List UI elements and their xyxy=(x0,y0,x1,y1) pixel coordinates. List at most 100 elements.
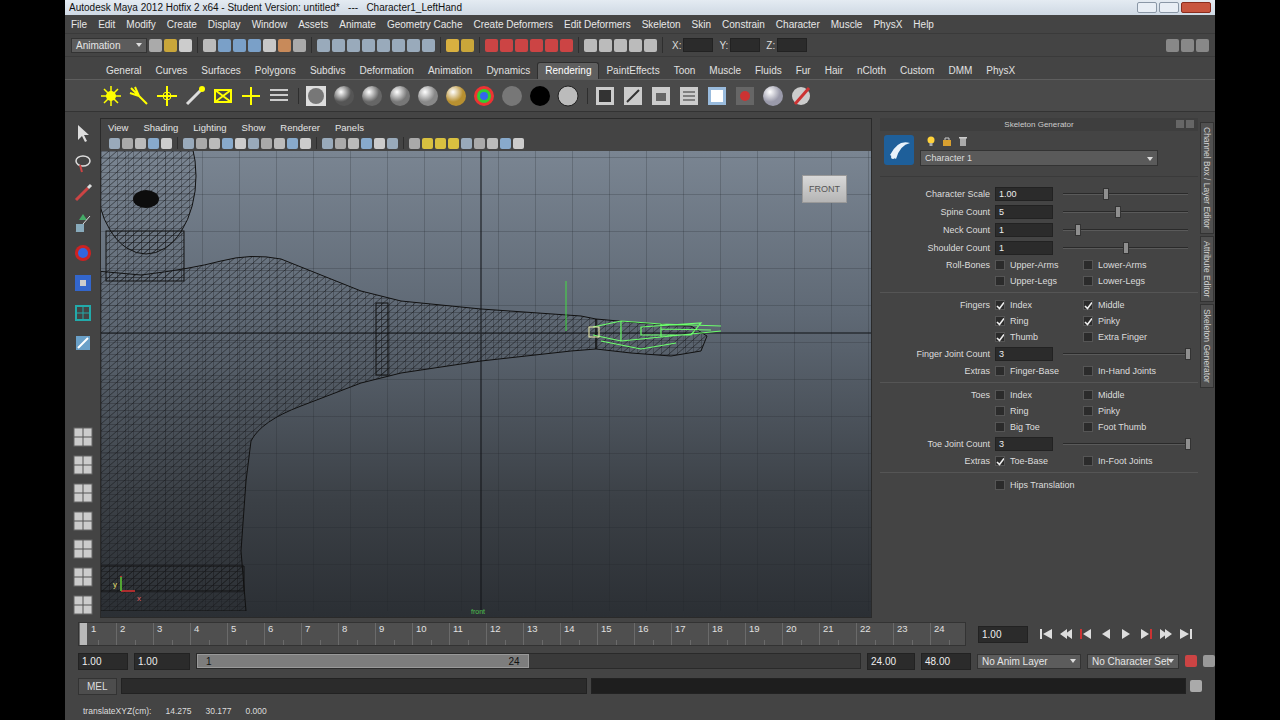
character-dropdown[interactable]: Character 1 xyxy=(920,150,1158,166)
paint-select-icon[interactable] xyxy=(70,182,96,208)
checkbox[interactable]: Hips Translation xyxy=(995,480,1083,490)
checkbox[interactable]: Finger-Base xyxy=(995,366,1083,376)
frame-tick[interactable]: 8 xyxy=(338,623,375,645)
shelf-tab[interactable]: Polygons xyxy=(248,63,303,79)
panel-tool-icon[interactable] xyxy=(387,138,398,149)
panel-tool-icon[interactable] xyxy=(322,138,333,149)
shelf-tab[interactable]: Surfaces xyxy=(194,63,247,79)
panel-tool-icon[interactable] xyxy=(487,138,498,149)
status-tool-icon[interactable] xyxy=(362,39,375,52)
panel-tool-icon[interactable] xyxy=(513,138,524,149)
status-tool-icon[interactable] xyxy=(599,39,612,52)
menu-item[interactable]: Edit Deformers xyxy=(564,19,631,30)
checkbox[interactable]: Index xyxy=(995,390,1083,400)
shelf-tool-icon[interactable] xyxy=(444,83,470,109)
coord-input[interactable] xyxy=(730,38,760,52)
character-key-icon[interactable] xyxy=(1185,655,1197,667)
scale-icon[interactable] xyxy=(70,272,96,298)
value-field[interactable]: 5 xyxy=(995,205,1053,219)
status-tool-icon[interactable] xyxy=(614,39,627,52)
status-tool-icon[interactable] xyxy=(233,39,246,52)
menu-item[interactable]: Constrain xyxy=(722,19,765,30)
slider-handle[interactable] xyxy=(1185,348,1191,360)
play-forwards-icon[interactable] xyxy=(1116,626,1136,642)
select-icon[interactable] xyxy=(70,122,96,148)
time-track[interactable]: 123456789101112131415161718192021222324 xyxy=(78,622,966,646)
checkbox[interactable]: Foot Thumb xyxy=(1083,422,1198,432)
menu-item[interactable]: Assets xyxy=(298,19,328,30)
minimize-button[interactable] xyxy=(1137,2,1157,13)
shelf-tool-icon[interactable] xyxy=(705,83,731,109)
shelf-tool-icon[interactable] xyxy=(761,83,787,109)
panel-tool-icon[interactable] xyxy=(196,138,207,149)
slider-handle[interactable] xyxy=(1103,188,1109,200)
frame-tick[interactable]: 7 xyxy=(301,623,338,645)
step-back-icon[interactable] xyxy=(1056,626,1076,642)
status-tool-icon[interactable] xyxy=(392,39,405,52)
frame-tick[interactable]: 9 xyxy=(375,623,412,645)
checkbox[interactable]: Ring xyxy=(995,406,1083,416)
panel-tool-icon[interactable] xyxy=(374,138,385,149)
checkbox-box[interactable] xyxy=(995,300,1005,310)
checkbox-box[interactable] xyxy=(1083,276,1093,286)
panel-menu-item[interactable]: Lighting xyxy=(193,122,226,133)
checkbox-box[interactable] xyxy=(1083,316,1093,326)
menu-set-dropdown[interactable]: Animation xyxy=(71,38,147,53)
outliner-pane-icon[interactable] xyxy=(70,538,96,562)
shelf-tool-icon[interactable] xyxy=(267,83,293,109)
menu-item[interactable]: Display xyxy=(208,19,241,30)
status-tool-icon[interactable] xyxy=(422,39,435,52)
range-track[interactable]: 124 xyxy=(196,653,861,669)
panel-tool-icon[interactable] xyxy=(209,138,220,149)
viewport-canvas[interactable]: FRONTfrontyx xyxy=(101,151,871,617)
panel-tool-icon[interactable] xyxy=(122,138,133,149)
frame-tick[interactable]: 13 xyxy=(523,623,560,645)
slider-track[interactable] xyxy=(1063,353,1188,355)
anim-layer-dropdown[interactable]: No Anim Layer xyxy=(977,654,1081,669)
panel-tool-icon[interactable] xyxy=(235,138,246,149)
panel-menu-item[interactable]: Show xyxy=(242,122,266,133)
shelf-tab[interactable]: Custom xyxy=(893,63,941,79)
checkbox[interactable]: Pinky xyxy=(1083,406,1198,416)
pane-split-icon[interactable] xyxy=(70,482,96,506)
character-set-dropdown[interactable]: No Character Set xyxy=(1087,654,1179,669)
step-forward-key-icon[interactable] xyxy=(1136,626,1156,642)
shelf-tool-icon[interactable] xyxy=(789,83,815,109)
frame-tick[interactable]: 10 xyxy=(412,623,449,645)
shelf-tab[interactable]: Curves xyxy=(149,63,195,79)
shelf-tool-icon[interactable] xyxy=(472,83,498,109)
shelf-tool-icon[interactable] xyxy=(239,83,265,109)
shelf-tool-icon[interactable] xyxy=(528,83,554,109)
view-cube[interactable]: FRONT xyxy=(802,175,847,203)
trash-icon[interactable] xyxy=(958,136,968,146)
shelf-tab[interactable]: PaintEffects xyxy=(599,63,666,79)
frame-tick[interactable]: 23 xyxy=(893,623,930,645)
status-tool-icon[interactable] xyxy=(500,39,513,52)
menu-item[interactable]: Geometry Cache xyxy=(387,19,463,30)
frame-tick[interactable]: 17 xyxy=(671,623,708,645)
frame-tick[interactable]: 19 xyxy=(745,623,782,645)
frame-tick[interactable]: 24 xyxy=(930,623,967,645)
frame-tick[interactable]: 4 xyxy=(190,623,227,645)
shelf-tool-icon[interactable] xyxy=(500,83,526,109)
shelf-tool-icon[interactable] xyxy=(649,83,675,109)
slider-handle[interactable] xyxy=(1075,224,1081,236)
checkbox-box[interactable] xyxy=(995,422,1005,432)
status-tool-icon[interactable] xyxy=(293,39,306,52)
checkbox[interactable]: Middle xyxy=(1083,390,1198,400)
rotate-icon[interactable] xyxy=(70,242,96,268)
menu-item[interactable]: PhysX xyxy=(873,19,902,30)
checkbox-box[interactable] xyxy=(995,260,1005,270)
checkbox-box[interactable] xyxy=(1083,390,1093,400)
go-to-start-icon[interactable] xyxy=(1036,626,1056,642)
value-field[interactable]: 3 xyxy=(995,437,1053,451)
status-tool-icon[interactable] xyxy=(446,39,459,52)
move-icon[interactable] xyxy=(70,212,96,238)
checkbox-box[interactable] xyxy=(995,332,1005,342)
frame-tick[interactable]: 22 xyxy=(856,623,893,645)
language-toggle[interactable]: MEL xyxy=(78,678,117,695)
checkbox-box[interactable] xyxy=(1083,456,1093,466)
menu-item[interactable]: Create Deformers xyxy=(474,19,553,30)
shelf-tool-icon[interactable] xyxy=(360,83,386,109)
layout-icon[interactable] xyxy=(1181,39,1194,52)
